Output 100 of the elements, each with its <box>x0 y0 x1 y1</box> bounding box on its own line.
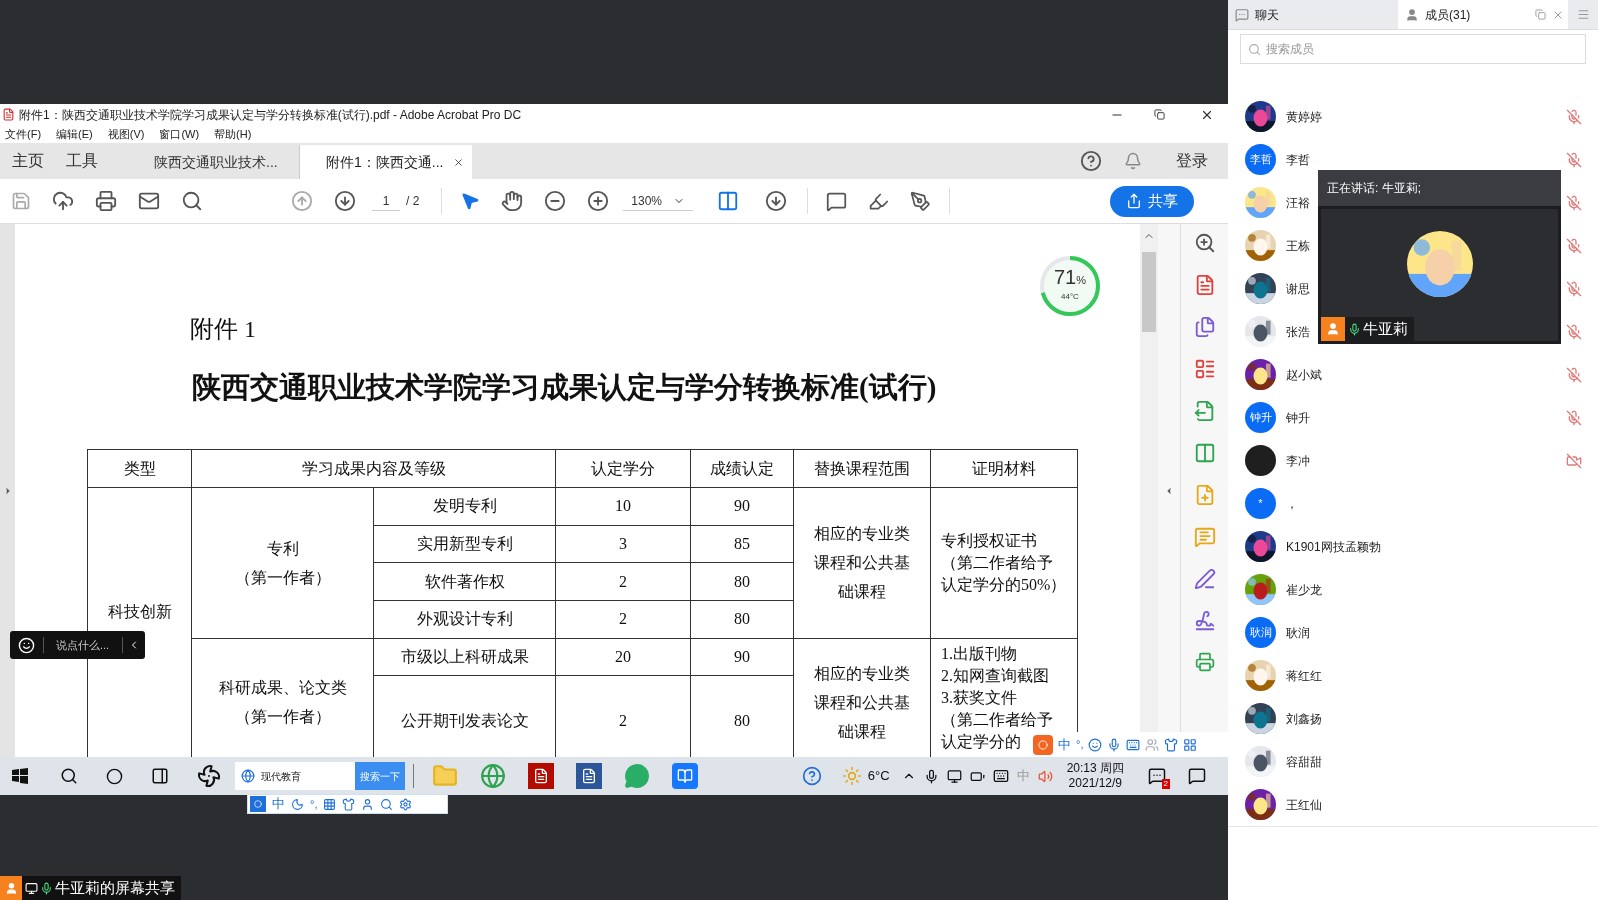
camera-off-icon[interactable] <box>1566 452 1582 469</box>
volume-icon[interactable] <box>1037 768 1053 784</box>
collapse-panel-icon[interactable] <box>1164 485 1174 496</box>
cortana-icon[interactable] <box>106 767 123 785</box>
sign-in-link[interactable]: 登录 <box>1176 149 1208 173</box>
bell-icon[interactable] <box>1124 152 1142 170</box>
zoom-dropdown[interactable]: 130% <box>623 191 694 211</box>
mic-muted-icon[interactable] <box>1566 366 1582 383</box>
member-name: 崔少龙 <box>1286 581 1322 599</box>
scrollbar-thumb[interactable] <box>1142 252 1156 332</box>
mic-muted-icon[interactable] <box>1566 409 1582 426</box>
menu-item[interactable]: 视图(V) <box>107 125 145 143</box>
clock[interactable]: 20:13 周四 2021/12/9 <box>1066 761 1124 791</box>
document-app-icon[interactable] <box>576 763 602 789</box>
mail-icon[interactable] <box>138 190 160 212</box>
user-icon[interactable] <box>361 797 375 811</box>
ime-logo-icon[interactable] <box>250 796 266 812</box>
ime-mode[interactable]: 中 <box>1058 734 1071 755</box>
upload-icon[interactable] <box>52 190 74 212</box>
keyboard-icon[interactable] <box>992 768 1009 784</box>
mic-muted-icon[interactable] <box>1566 323 1582 340</box>
zoom-icon[interactable] <box>1193 232 1216 254</box>
ime-mode[interactable]: 中 <box>272 794 285 814</box>
combine-files-icon[interactable] <box>1193 316 1216 338</box>
chat-input-bar[interactable]: 说点什么... <box>10 631 145 659</box>
table-cell: 90 <box>690 487 794 526</box>
print-production-icon[interactable] <box>1194 652 1215 672</box>
action-center-icon[interactable] <box>1188 767 1206 785</box>
mic-icon[interactable] <box>923 768 939 784</box>
table-cell: 2 <box>555 562 691 601</box>
avatar: 李哲 <box>1245 144 1276 175</box>
mic-icon <box>40 881 53 895</box>
notes-icon[interactable] <box>1148 767 1166 785</box>
nav-tab[interactable]: 工具 <box>66 149 98 173</box>
hand-icon[interactable] <box>501 190 524 212</box>
shirt-icon[interactable] <box>342 797 356 811</box>
meeting-app-icon[interactable] <box>672 763 698 789</box>
settings-icon[interactable] <box>399 797 413 811</box>
fill-sign-icon[interactable] <box>1193 568 1216 590</box>
pen-icon[interactable] <box>910 190 932 212</box>
help-icon[interactable] <box>801 766 822 786</box>
page-field[interactable]: 1 <box>372 191 400 211</box>
menu-item[interactable]: 文件(F) <box>5 125 42 143</box>
next-page-icon[interactable] <box>334 190 356 212</box>
speaker-caption: 正在讲话: 牛亚莉; <box>1327 180 1421 197</box>
mic-muted-icon[interactable] <box>1566 194 1582 211</box>
evidence-text: 专利授权证书（第二作者给予认定学分的50%） <box>941 531 1067 593</box>
page-total: / 2 <box>406 193 420 210</box>
print-icon[interactable] <box>95 190 117 212</box>
task-view-icon[interactable] <box>151 767 169 785</box>
save-icon[interactable] <box>11 191 31 211</box>
menu-item[interactable]: 窗口(W) <box>159 125 200 143</box>
mic-muted-icon[interactable] <box>1566 151 1582 168</box>
pdf-app-icon[interactable] <box>528 763 554 789</box>
mic-muted-icon[interactable] <box>1566 237 1582 254</box>
grid-icon[interactable] <box>1183 737 1198 752</box>
table-cell: 相应的专业类课程和公共基础课程 <box>793 487 931 639</box>
search-icon[interactable] <box>60 767 78 785</box>
gauge-unit: % <box>1076 274 1087 288</box>
windows-logo-icon[interactable] <box>12 768 28 784</box>
member-search-field[interactable]: 搜索成员 <box>1240 34 1586 64</box>
evidence-text: 2.知网查询截图 <box>941 666 1049 684</box>
taskbar-search-field[interactable]: 现代教育 搜索一下 <box>235 762 405 790</box>
menu-item[interactable]: 帮助(H) <box>214 125 252 143</box>
shirt-icon[interactable] <box>1164 737 1179 752</box>
zoom-in-icon[interactable] <box>587 190 610 212</box>
table-cell: 软件著作权 <box>373 562 556 601</box>
ime-punctuation[interactable]: °, <box>1076 736 1084 753</box>
fan-icon[interactable] <box>197 764 221 788</box>
mic-muted-icon[interactable] <box>1566 108 1582 125</box>
help-icon[interactable] <box>1080 150 1102 172</box>
pointer-icon[interactable] <box>460 191 481 211</box>
ime-logo-icon[interactable] <box>1033 734 1053 755</box>
person-icon <box>1326 322 1340 336</box>
previous-page-icon[interactable] <box>291 190 313 212</box>
cpu-gauge <box>1039 255 1101 317</box>
share-button[interactable]: 共享 <box>1110 185 1195 217</box>
zoom-out-icon[interactable] <box>544 190 567 212</box>
restore-icon[interactable] <box>1154 109 1165 120</box>
group-label: 专利 <box>265 538 300 559</box>
display-icon[interactable] <box>946 768 962 784</box>
group-label: （第一作者） <box>233 707 332 728</box>
close-icon[interactable] <box>453 156 464 168</box>
menu-item[interactable]: 编辑(E) <box>56 125 93 143</box>
nav-tab[interactable]: 主页 <box>12 149 44 173</box>
export-file-icon[interactable] <box>1193 400 1216 422</box>
document-tab[interactable]: 附件1：陕西交通... <box>300 145 472 179</box>
comment-icon[interactable] <box>826 190 848 212</box>
table-cell: 20 <box>555 638 691 676</box>
signature-icon[interactable] <box>1193 610 1216 632</box>
menu-icon[interactable] <box>1576 8 1590 21</box>
mic-muted-icon[interactable] <box>1566 280 1582 297</box>
chat-placeholder: 说点什么... <box>56 637 111 653</box>
moon-icon[interactable] <box>291 797 304 811</box>
organize-pages-icon[interactable] <box>1193 358 1216 380</box>
member-name: 张浩 <box>1286 323 1310 341</box>
member-name: 王红仙 <box>1286 796 1322 814</box>
search-icon[interactable] <box>181 190 203 212</box>
ime-punctuation[interactable]: °, <box>310 795 318 813</box>
browser-icon[interactable] <box>480 763 506 789</box>
